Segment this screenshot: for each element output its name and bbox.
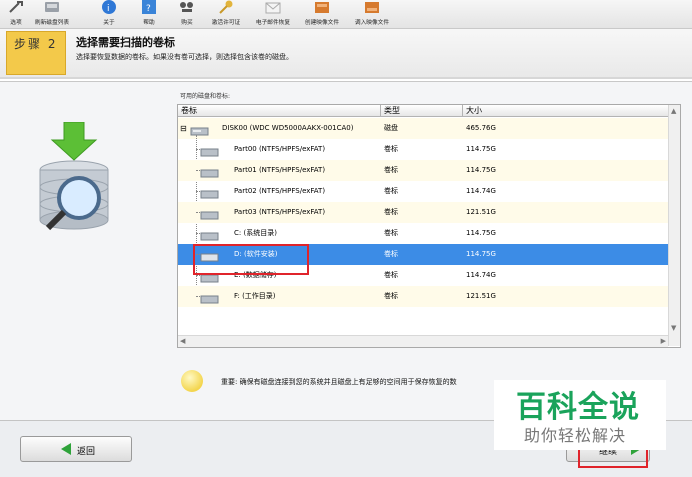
toolbar-item-label: 选项 — [10, 19, 22, 26]
cart-icon — [178, 0, 196, 14]
volume-name: Part03 (NTFS/HPFS/exFAT) — [234, 208, 326, 216]
scroll-up-icon[interactable]: ▲ — [671, 107, 676, 115]
info-icon: i — [100, 0, 118, 14]
svg-text:i: i — [107, 4, 110, 14]
toolbar: 选项 刷新磁盘列表 i 关于 ? 帮助 购买 激活许可证 电子邮件恢复 创建映像… — [0, 0, 692, 29]
back-button[interactable]: 返回 — [20, 436, 132, 462]
volume-type: 卷标 — [384, 250, 398, 258]
toolbar-item-label: 刷新磁盘列表 — [34, 19, 70, 26]
volume-size: 114.74G — [466, 271, 496, 279]
volume-size: 121.51G — [466, 208, 496, 216]
toolbar-create-image-button[interactable]: 创建映像文件 — [298, 0, 346, 28]
disk-name: DISK00 (WDC WD5000AAKX-001CA0) — [222, 124, 354, 132]
toolbar-activate-button[interactable]: 激活许可证 — [206, 0, 246, 28]
toolbar-item-label: 调入映像文件 — [354, 19, 390, 26]
volume-size: 114.74G — [466, 187, 496, 195]
volume-type: 卷标 — [384, 292, 398, 300]
toolbar-item-label: 关于 — [103, 19, 115, 26]
notice-text: 重要: 确保有磁盘连接到您的系统并且磁盘上有足够的空间用于保存恢复的数 — [221, 378, 457, 386]
refresh-icon — [43, 0, 61, 14]
toolbar-buy-button[interactable]: 购买 — [174, 0, 200, 28]
toolbar-item-label: 电子邮件恢复 — [255, 19, 291, 26]
volume-name: Part01 (NTFS/HPFS/exFAT) — [234, 166, 326, 174]
disk-image-icon — [313, 0, 331, 14]
toolbar-refresh-button[interactable]: 刷新磁盘列表 — [30, 0, 74, 28]
scroll-right-icon[interactable]: ▶ — [661, 337, 666, 345]
volume-size: 114.75G — [466, 250, 496, 258]
volume-type: 卷标 — [384, 145, 398, 153]
back-button-label: 返回 — [77, 447, 96, 457]
load-image-icon — [363, 0, 381, 14]
column-header-type[interactable]: 类型 — [381, 105, 463, 116]
volume-type: 卷标 — [384, 271, 398, 279]
table-header: 卷标 类型 大小 — [178, 105, 668, 117]
volume-type: 卷标 — [384, 208, 398, 216]
volume-icon — [200, 208, 220, 220]
volume-name: C: (系统目录) — [234, 229, 277, 237]
scroll-down-icon[interactable]: ▼ — [671, 324, 676, 332]
table-row[interactable]: Part01 (NTFS/HPFS/exFAT) 卷标 114.75G — [178, 160, 668, 181]
scroll-left-icon[interactable]: ◀ — [180, 337, 185, 345]
disk-search-illustration-icon — [34, 121, 114, 232]
watermark-title: 百科全说 — [516, 390, 640, 425]
step-badge: 步骤 2 — [6, 31, 66, 75]
volume-icon — [200, 187, 220, 199]
main-area: 可用的磁盘和卷标: 卷标 类型 大小 ⊟ DISK00 (WDC WD5000A… — [0, 81, 692, 420]
toolbar-item-label: 创建映像文件 — [304, 19, 340, 26]
step-title: 选择需要扫描的卷标 — [76, 36, 175, 49]
toolbar-load-image-button[interactable]: 调入映像文件 — [348, 0, 396, 28]
wrench-icon — [7, 0, 25, 14]
toolbar-about-button[interactable]: i 关于 — [96, 0, 122, 28]
toolbar-item-label: 激活许可证 — [211, 19, 241, 26]
hard-disk-icon — [190, 124, 210, 136]
volume-size: 114.75G — [466, 166, 496, 174]
disk-list-caption: 可用的磁盘和卷标: — [180, 93, 231, 100]
watermark: 百科全说 助你轻松解决 — [494, 380, 666, 450]
help-icon: ? — [140, 0, 158, 14]
column-header-size[interactable]: 大小 — [463, 105, 668, 116]
volume-size: 114.75G — [466, 145, 496, 153]
table-row[interactable]: Part03 (NTFS/HPFS/exFAT) 卷标 121.51G — [178, 202, 668, 223]
horizontal-scrollbar[interactable]: ◀ ▶ — [178, 335, 668, 347]
step-header: 步骤 2 选择需要扫描的卷标 选择要恢复数据的卷标。如果没有卷可选择，则选择包含… — [0, 29, 692, 79]
step-subtitle: 选择要恢复数据的卷标。如果没有卷可选择，则选择包含该卷的磁盘。 — [76, 53, 293, 61]
email-icon — [264, 0, 282, 14]
volume-name: F: (工作目录) — [234, 292, 276, 300]
svg-text:?: ? — [146, 4, 151, 14]
volume-icon — [200, 166, 220, 178]
watermark-subtitle: 助你轻松解决 — [524, 426, 627, 445]
column-header-name[interactable]: 卷标 — [178, 105, 381, 116]
table-row[interactable]: C: (系统目录) 卷标 114.75G — [178, 223, 668, 244]
table-row[interactable]: Part02 (NTFS/HPFS/exFAT) 卷标 114.74G — [178, 181, 668, 202]
volume-type: 卷标 — [384, 187, 398, 195]
volume-name: Part00 (NTFS/HPFS/exFAT) — [234, 145, 326, 153]
toolbar-item-label: 帮助 — [143, 19, 155, 26]
volume-size: 121.51G — [466, 292, 496, 300]
tree-collapse-icon[interactable]: ⊟ — [180, 118, 187, 139]
volume-type: 卷标 — [384, 229, 398, 237]
toolbar-options-button[interactable]: 选项 — [4, 0, 28, 28]
toolbar-email-button[interactable]: 电子邮件恢复 — [250, 0, 296, 28]
disk-volume-list[interactable]: 卷标 类型 大小 ⊟ DISK00 (WDC WD5000AAKX-001CA0… — [177, 104, 681, 348]
volume-name: Part02 (NTFS/HPFS/exFAT) — [234, 187, 326, 195]
disk-type: 磁盘 — [384, 124, 398, 132]
annotation-highlight-box — [193, 244, 309, 275]
arrow-left-icon — [59, 442, 73, 459]
lightbulb-icon — [181, 370, 203, 392]
toolbar-item-label: 购买 — [181, 19, 193, 26]
key-icon — [217, 0, 235, 14]
toolbar-help-button[interactable]: ? 帮助 — [136, 0, 162, 28]
volume-type: 卷标 — [384, 166, 398, 174]
table-row[interactable]: F: (工作目录) 卷标 121.51G — [178, 286, 668, 307]
vertical-scrollbar[interactable]: ▲ ▼ — [668, 105, 680, 346]
table-row-disk[interactable]: ⊟ DISK00 (WDC WD5000AAKX-001CA0) 磁盘 465.… — [178, 118, 668, 139]
step-number: 步骤 2 — [14, 37, 58, 51]
volume-icon — [200, 145, 220, 157]
volume-size: 114.75G — [466, 229, 496, 237]
volume-icon — [200, 229, 220, 241]
disk-size: 465.76G — [466, 124, 496, 132]
volume-icon — [200, 292, 220, 304]
table-row[interactable]: Part00 (NTFS/HPFS/exFAT) 卷标 114.75G — [178, 139, 668, 160]
